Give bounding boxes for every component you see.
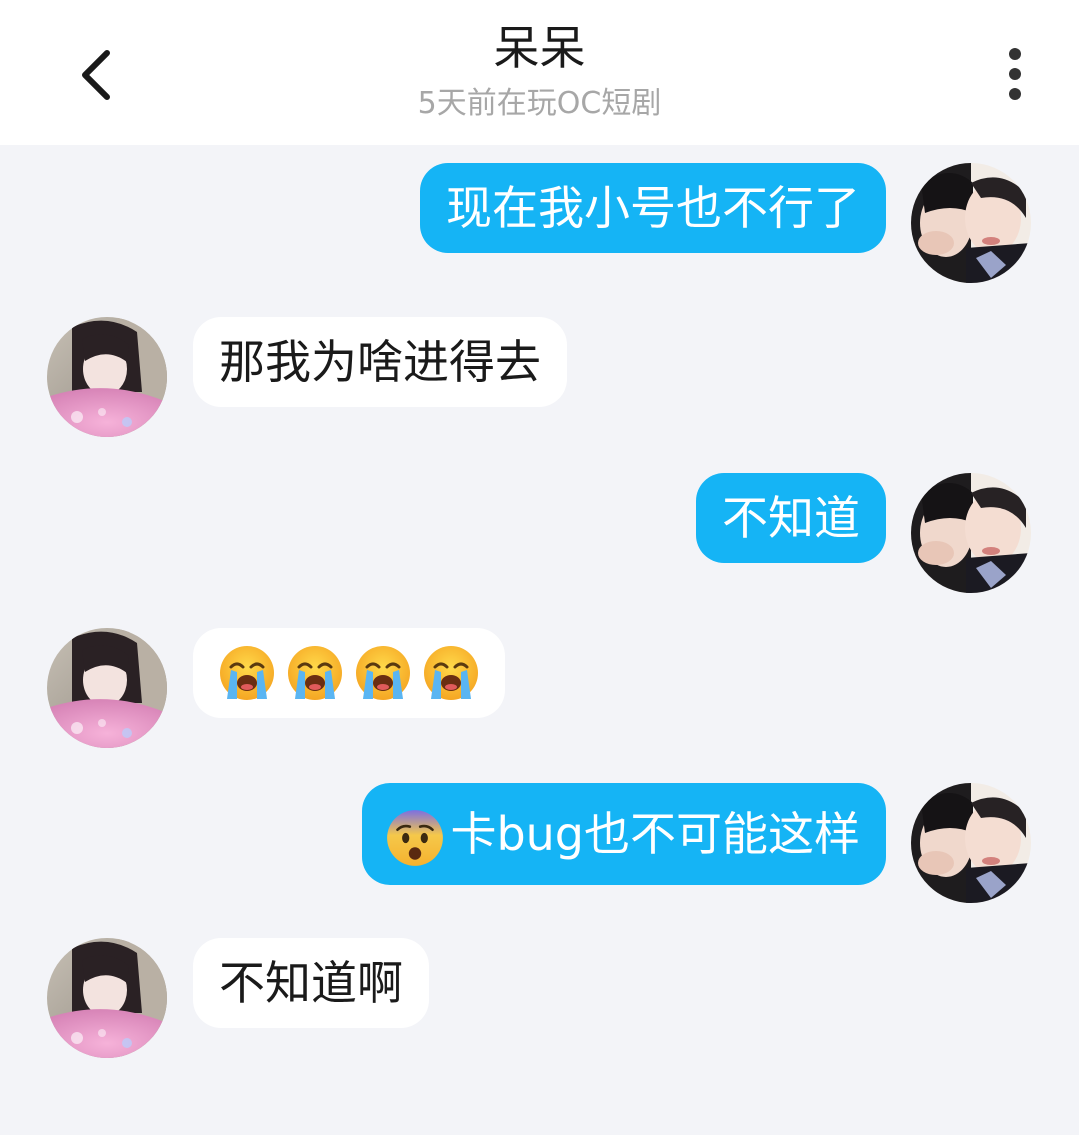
emoji-message-bubble[interactable]: [193, 628, 505, 718]
message-row: 不知道: [0, 473, 1079, 603]
contact-avatar[interactable]: [47, 938, 167, 1058]
my-avatar[interactable]: [911, 473, 1031, 593]
contact-avatar[interactable]: [47, 317, 167, 437]
message-row: 不知道啊: [0, 938, 1079, 1068]
more-vertical-icon: [1009, 48, 1021, 100]
message-text: 卡bug也不可能这样: [450, 807, 860, 861]
anxious-face-icon: [387, 809, 444, 866]
chat-header: 呆呆 5天前在玩OC短剧: [0, 0, 1079, 145]
loudly-crying-face-icon: [424, 646, 478, 700]
contact-avatar[interactable]: [47, 628, 167, 748]
loudly-crying-face-icon: [220, 646, 274, 700]
contact-name: 呆呆: [493, 21, 586, 75]
contact-status: 5天前在玩OC短剧: [417, 86, 662, 121]
message-row: 那我为啥进得去: [0, 317, 1079, 447]
loudly-crying-face-icon: [356, 646, 410, 700]
loudly-crying-face-icon: [288, 646, 342, 700]
message-row: [0, 628, 1079, 758]
message-bubble[interactable]: 卡bug也不可能这样: [362, 783, 886, 885]
more-options-button[interactable]: [980, 38, 1050, 110]
message-row: 卡bug也不可能这样: [0, 783, 1079, 913]
my-avatar[interactable]: [911, 163, 1031, 283]
message-list[interactable]: 现在我小号也不行了 那我为啥进得去 不知道 卡bug也不可能这样 不知道啊: [0, 145, 1079, 1135]
my-avatar[interactable]: [911, 783, 1031, 903]
message-bubble[interactable]: 不知道: [696, 473, 886, 563]
message-row: 现在我小号也不行了: [0, 163, 1079, 293]
message-bubble[interactable]: 不知道啊: [193, 938, 429, 1028]
message-bubble[interactable]: 现在我小号也不行了: [420, 163, 886, 253]
message-bubble[interactable]: 那我为啥进得去: [193, 317, 567, 407]
